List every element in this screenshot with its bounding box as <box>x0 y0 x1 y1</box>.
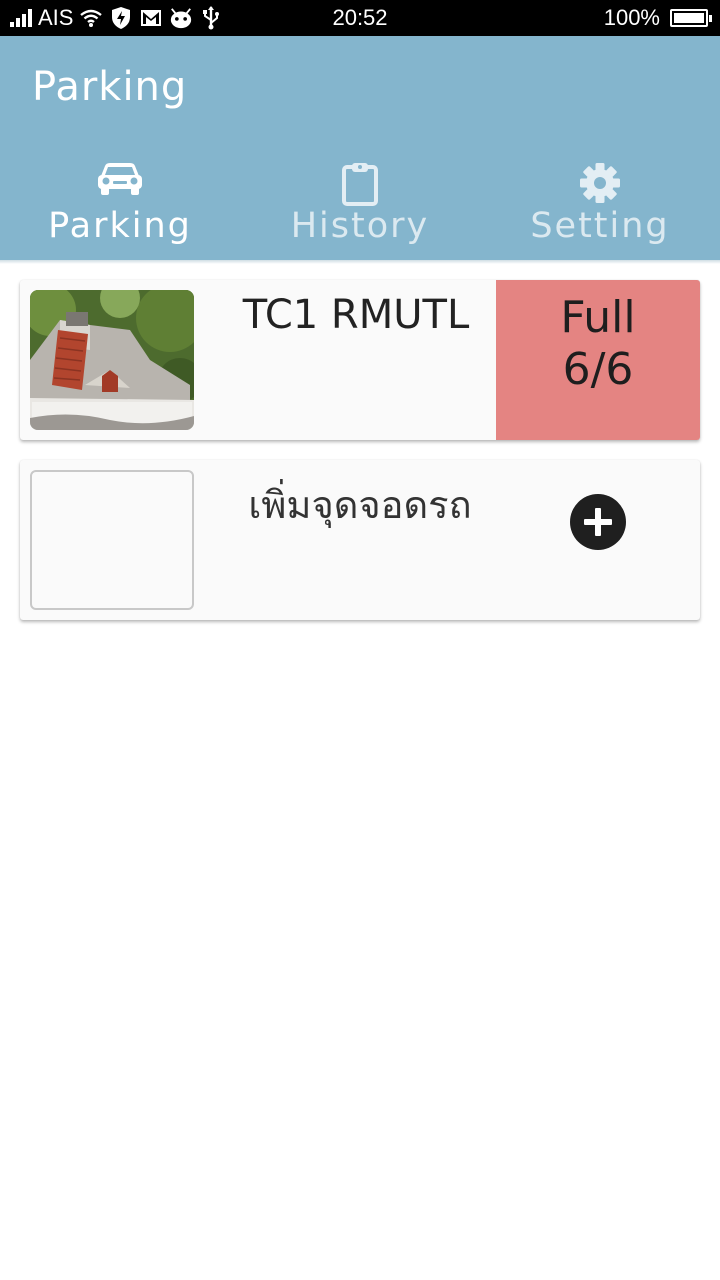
status-label: Full <box>560 292 636 343</box>
status-right: 100% <box>603 0 712 36</box>
tab-bar-shadow <box>0 260 720 264</box>
tab-setting-label: Setting <box>530 206 670 246</box>
tab-bar: Parking History Setting <box>0 148 720 260</box>
tab-history-label: History <box>290 206 430 246</box>
clipboard-icon <box>240 162 480 206</box>
status-bar: AIS 20:52 100% <box>0 0 720 36</box>
tab-history[interactable]: History <box>240 148 480 260</box>
parking-name: TC1 RMUTL <box>242 292 470 338</box>
car-icon <box>0 162 240 196</box>
tab-parking-label: Parking <box>48 206 192 246</box>
parking-photo <box>30 290 194 430</box>
add-parking-label: เพิ่มจุดจอดรถ <box>248 483 472 527</box>
tab-setting[interactable]: Setting <box>480 148 720 260</box>
battery-icon <box>670 9 712 27</box>
add-parking-card[interactable]: เพิ่มจุดจอดรถ <box>20 460 700 620</box>
empty-photo-placeholder <box>30 470 194 610</box>
tab-parking[interactable]: Parking <box>0 148 240 260</box>
gear-icon <box>480 162 720 204</box>
parking-card[interactable]: TC1 RMUTL Full 6/6 <box>20 280 700 440</box>
occupancy-count: 6/6 <box>562 344 634 395</box>
battery-percent: 100% <box>603 5 660 30</box>
add-circle-icon[interactable] <box>570 494 626 550</box>
page-title: Parking <box>32 64 188 110</box>
status-badge: Full 6/6 <box>496 280 700 440</box>
app-bar: Parking <box>0 36 720 148</box>
